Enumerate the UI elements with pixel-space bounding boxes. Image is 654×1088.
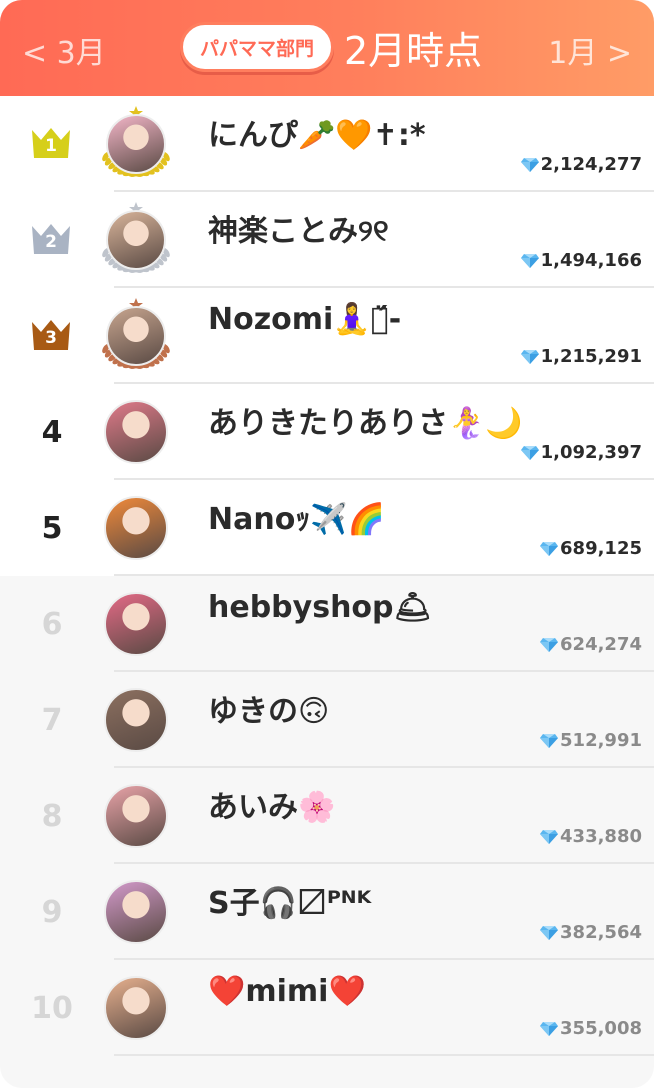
score-value: 1,494,166 [520, 250, 642, 271]
user-name[interactable]: hebbyshop🛎 [208, 590, 432, 625]
score-value: 355,008 [539, 1018, 642, 1039]
score-text: 1,494,166 [540, 250, 642, 271]
row-divider [114, 1054, 654, 1056]
ranking-row[interactable]: 10 ❤️mimi❤️ 355,008 [0, 960, 654, 1056]
rank-number: 1 [45, 136, 57, 156]
score-text: 433,880 [560, 826, 642, 847]
score-text: 382,564 [560, 922, 642, 943]
crown-silver-icon: 2 [30, 218, 72, 260]
avatar[interactable] [104, 784, 168, 848]
diamond-icon [539, 541, 559, 557]
diamond-icon [539, 733, 559, 749]
avatar[interactable] [106, 210, 166, 270]
diamond-icon [539, 637, 559, 653]
avatar-frame[interactable] [96, 682, 176, 758]
user-name[interactable]: Nanoｯ✈️🌈 [208, 494, 385, 538]
avatar[interactable] [104, 592, 168, 656]
score-text: 2,124,277 [540, 154, 642, 175]
rank-number: 5 [41, 510, 63, 546]
ranking-row[interactable]: 4 ありきたりありさ🧜‍♀️🌙 1,092,397 [0, 384, 654, 480]
header-bar: < 3月 パパママ部門 2月時点 1月 > [0, 0, 654, 96]
diamond-icon [520, 445, 540, 461]
score-value: 1,092,397 [520, 442, 642, 463]
score-value: 1,215,291 [520, 346, 642, 367]
ranking-row[interactable]: 8 あいみ🌸 433,880 [0, 768, 654, 864]
score-value: 382,564 [539, 922, 642, 943]
avatar[interactable] [104, 400, 168, 464]
avatar-frame[interactable] [96, 106, 176, 182]
rank-number: 9 [41, 894, 63, 930]
crown-bronze-icon: 3 [30, 314, 72, 356]
avatar[interactable] [106, 114, 166, 174]
score-text: 1,215,291 [540, 346, 642, 367]
user-name[interactable]: ありきたりありさ🧜‍♀️🌙 [208, 398, 523, 442]
next-month-link[interactable]: 1月 > [548, 28, 632, 72]
avatar[interactable] [104, 976, 168, 1040]
score-text: 355,008 [560, 1018, 642, 1039]
avatar-frame[interactable] [96, 778, 176, 854]
avatar[interactable] [104, 496, 168, 560]
page-title: 2月時点 [344, 29, 483, 73]
rank-number: 8 [41, 798, 63, 834]
score-value: 512,991 [539, 730, 642, 751]
rank-number: 6 [41, 606, 63, 642]
user-name[interactable]: S子🎧〼ᴾᴺᴷ [208, 878, 371, 922]
diamond-icon [539, 1021, 559, 1037]
user-name[interactable]: にんぴ🥕🧡✝︎:* [208, 110, 426, 154]
avatar-frame[interactable] [96, 970, 176, 1046]
avatar[interactable] [104, 880, 168, 944]
user-name[interactable]: あいみ🌸 [208, 782, 335, 826]
avatar-frame[interactable] [96, 586, 176, 662]
user-name[interactable]: ゆきの🙃 [208, 686, 329, 730]
user-name[interactable]: 神楽ことみ୨୧ [208, 206, 389, 250]
avatar[interactable] [106, 306, 166, 366]
diamond-icon [539, 925, 559, 941]
rank-number: 4 [41, 414, 63, 450]
crown-gold-icon: 1 [30, 122, 72, 164]
score-text: 624,274 [560, 634, 642, 655]
ranking-row[interactable]: 9 S子🎧〼ᴾᴺᴷ 382,564 [0, 864, 654, 960]
division-button[interactable]: パパママ部門 [180, 22, 334, 72]
user-name[interactable]: Nozomi🧘‍♀️〼̈́- [208, 302, 401, 337]
rank-number: 3 [45, 328, 57, 348]
user-name[interactable]: ❤️mimi❤️ [208, 974, 366, 1009]
ranking-row[interactable]: 6 hebbyshop🛎 624,274 [0, 576, 654, 672]
avatar-frame[interactable] [96, 202, 176, 278]
avatar-frame[interactable] [96, 490, 176, 566]
ranking-row[interactable]: 3 Nozomi🧘‍♀️〼̈́- 1,215,291 [0, 288, 654, 384]
ranking-row[interactable]: 5 Nanoｯ✈️🌈 689,125 [0, 480, 654, 576]
score-value: 689,125 [539, 538, 642, 559]
ranking-row[interactable]: 7 ゆきの🙃 512,991 [0, 672, 654, 768]
score-text: 512,991 [560, 730, 642, 751]
score-value: 624,274 [539, 634, 642, 655]
avatar-frame[interactable] [96, 874, 176, 950]
avatar-frame[interactable] [96, 394, 176, 470]
diamond-icon [520, 253, 540, 269]
score-text: 1,092,397 [540, 442, 642, 463]
ranking-list: 1 にんぴ🥕🧡✝︎:* 2,124,277 2 神楽ことみ୨୧ 1,494,166 3 Noz… [0, 96, 654, 1088]
diamond-icon [539, 829, 559, 845]
score-value: 2,124,277 [520, 154, 642, 175]
rank-number: 10 [31, 990, 73, 1026]
score-text: 689,125 [560, 538, 642, 559]
score-value: 433,880 [539, 826, 642, 847]
ranking-row[interactable]: 2 神楽ことみ୨୧ 1,494,166 [0, 192, 654, 288]
prev-month-link[interactable]: < 3月 [22, 28, 106, 72]
avatar[interactable] [104, 688, 168, 752]
rank-number: 7 [41, 702, 63, 738]
avatar-frame[interactable] [96, 298, 176, 374]
rank-number: 2 [45, 232, 57, 252]
ranking-screen: < 3月 パパママ部門 2月時点 1月 > 1 にんぴ🥕🧡✝︎:* 2,124,27… [0, 0, 654, 1088]
ranking-row[interactable]: 1 にんぴ🥕🧡✝︎:* 2,124,277 [0, 96, 654, 192]
diamond-icon [520, 349, 540, 365]
diamond-icon [520, 157, 540, 173]
